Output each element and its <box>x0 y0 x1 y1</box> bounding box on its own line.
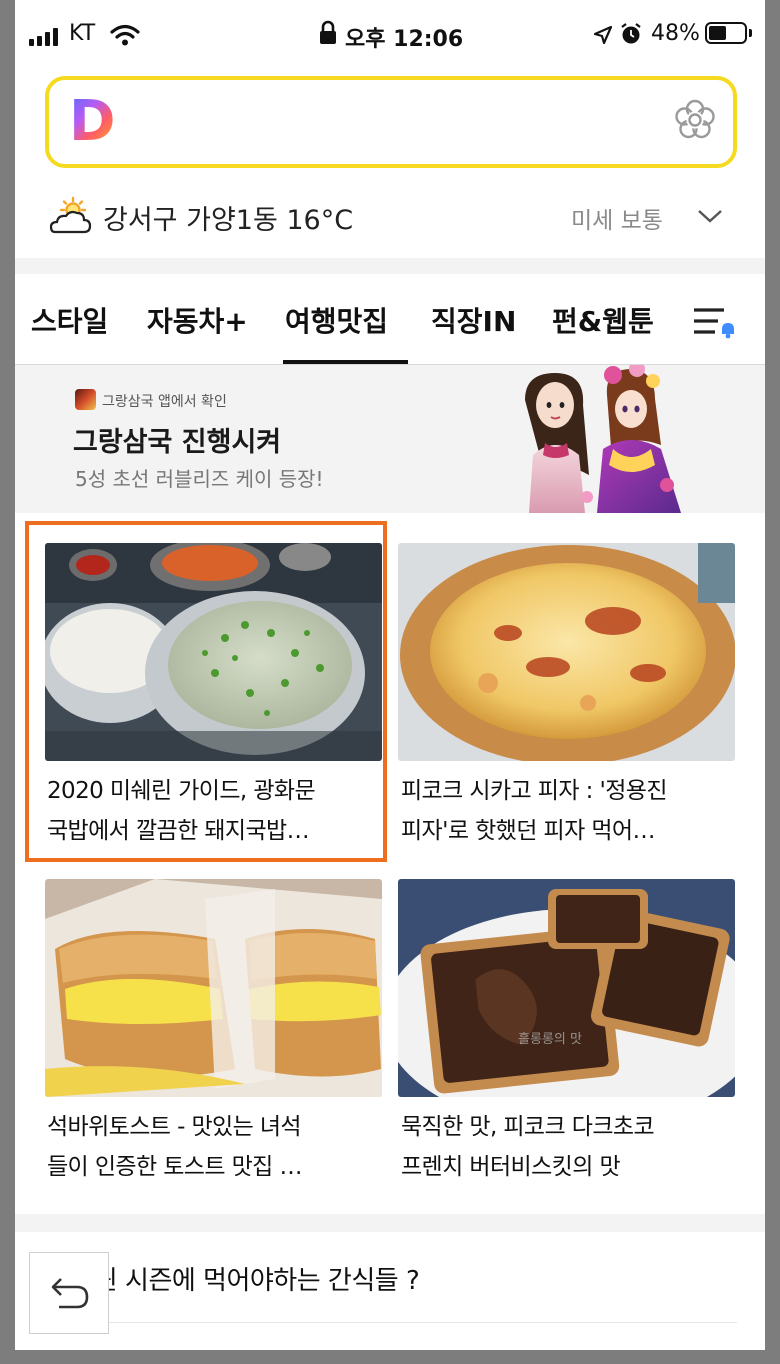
card-title-line2[interactable]: 들이 인증한 토스트 맛집 … <box>47 1147 302 1187</box>
carrier-label: KT <box>69 21 96 46</box>
card-title-line2[interactable]: 피자'로 핫했던 피자 먹어… <box>401 811 655 851</box>
phone-screen: KT 오후 12:06 48% D 강서구 가양1동 16°C 미세 보통 스타… <box>15 0 765 1350</box>
tab-fun-webtoon[interactable]: 펀&웹툰 <box>552 300 654 340</box>
flower-icon[interactable] <box>673 98 717 142</box>
banner-title[interactable]: 그랑삼국 진행시켜 <box>73 420 281 459</box>
partly-cloudy-icon <box>49 196 92 234</box>
game-logo-icon <box>75 389 96 410</box>
status-bar: KT 오후 12:06 48% <box>15 0 765 70</box>
banner-source[interactable]: 그랑삼국 앱에서 확인 <box>102 391 227 411</box>
selection-highlight <box>25 521 387 862</box>
banner-subtitle[interactable]: 5성 초선 러블리즈 케이 등장! <box>75 463 324 492</box>
location-arrow-icon <box>593 25 613 45</box>
fine-dust-status[interactable]: 미세 보통 <box>571 201 663 235</box>
tab-travel-food[interactable]: 여행맛집 <box>285 300 388 340</box>
active-tab-indicator <box>283 360 408 364</box>
card-title-line1[interactable]: 묵직한 맛, 피코크 다크초코 <box>401 1107 655 1147</box>
tab-car[interactable]: 자동차+ <box>147 300 248 340</box>
section-divider <box>15 1214 765 1232</box>
weather-location-temp[interactable]: 강서구 가양1동 16°C <box>103 198 353 237</box>
lock-icon <box>320 20 336 44</box>
signal-icon <box>29 28 61 46</box>
battery-percent: 48% <box>651 21 700 46</box>
chevron-down-icon[interactable] <box>697 208 723 224</box>
card-image-pizza[interactable] <box>398 543 735 761</box>
alarm-icon <box>621 23 641 44</box>
card-title-line1[interactable]: 석바위토스트 - 맛있는 녀석 <box>47 1107 302 1147</box>
wifi-icon <box>110 24 140 46</box>
section-divider <box>15 258 765 274</box>
menu-bell-icon[interactable] <box>691 304 741 340</box>
back-arrow-icon <box>51 1278 89 1309</box>
search-box[interactable]: D <box>45 76 737 168</box>
clock: 오후 12:06 <box>345 27 464 52</box>
divider <box>47 1322 737 1323</box>
banner-characters-image[interactable] <box>485 365 715 513</box>
card-title-line2[interactable]: 프렌치 버터비스킷의 맛 <box>401 1147 621 1187</box>
battery-icon <box>705 22 747 44</box>
back-button[interactable] <box>29 1252 109 1334</box>
card-title-line1[interactable]: 피코크 시카고 피자 : '정용진 <box>401 771 667 811</box>
image-watermark: 흘롱롱의 맛 <box>518 1032 582 1047</box>
tab-style[interactable]: 스타일 <box>31 300 108 340</box>
card-image-toast[interactable] <box>45 879 382 1097</box>
daum-logo-icon[interactable]: D <box>69 94 117 150</box>
card-image-biscuit[interactable]: 흘롱롱의 맛 <box>398 879 735 1097</box>
tab-work[interactable]: 직장IN <box>431 300 516 340</box>
